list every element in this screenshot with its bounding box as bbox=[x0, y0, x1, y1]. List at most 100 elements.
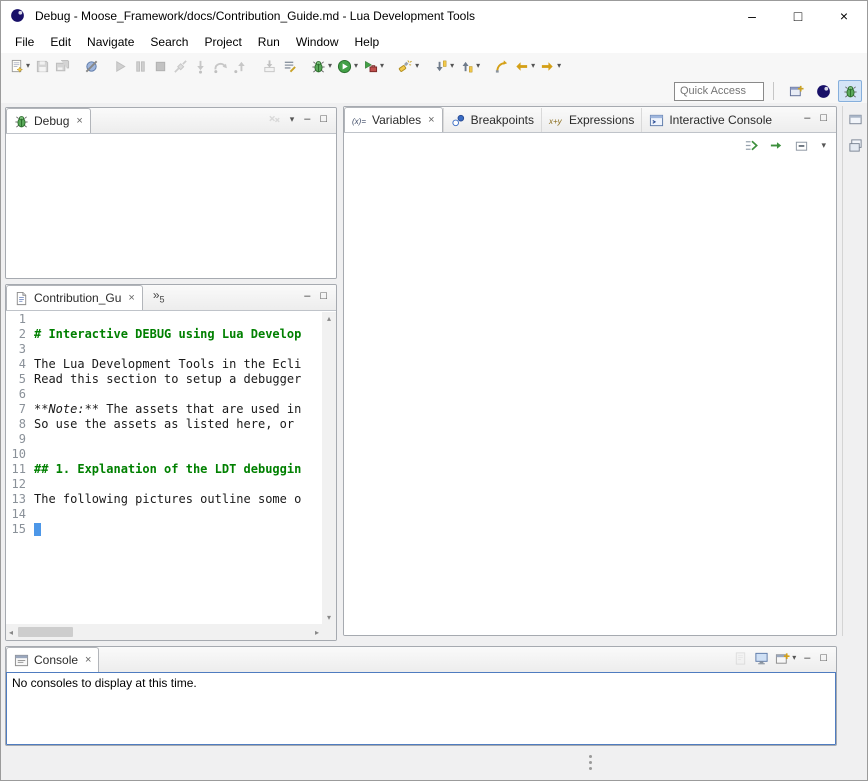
editor-line-13[interactable]: 13The following pictures outline some o bbox=[6, 492, 322, 507]
tab-variables[interactable]: (x)=Variables× bbox=[344, 107, 443, 132]
external-tools-button[interactable]: ▾ bbox=[361, 55, 386, 77]
editor-line-14[interactable]: 14 bbox=[6, 507, 322, 522]
suspend-button[interactable] bbox=[131, 55, 150, 77]
menu-project[interactable]: Project bbox=[196, 32, 249, 52]
menu-edit[interactable]: Edit bbox=[42, 32, 79, 52]
menu-window[interactable]: Window bbox=[288, 32, 347, 52]
new-button[interactable]: ▾ bbox=[7, 55, 32, 77]
close-tab-icon[interactable]: × bbox=[128, 292, 134, 304]
minimize-view-button[interactable]: – bbox=[300, 285, 314, 307]
back-button[interactable]: ▾ bbox=[512, 55, 537, 77]
tab-expressions[interactable]: x+yExpressions bbox=[541, 108, 641, 132]
drop-to-frame-button[interactable] bbox=[260, 55, 279, 77]
maximize-view-button[interactable]: □ bbox=[816, 647, 831, 669]
editor-line-11[interactable]: 11## 1. Explanation of the LDT debuggin bbox=[6, 462, 322, 477]
editor-line-1[interactable]: 1 bbox=[6, 312, 322, 327]
editor-area[interactable]: 12# Interactive DEBUG using Lua Develop3… bbox=[6, 310, 336, 640]
editor-horizontal-scrollbar[interactable]: ◂ ▸ bbox=[6, 624, 322, 640]
minimized-views-trim bbox=[842, 106, 867, 636]
show-detail-pane-button[interactable] bbox=[767, 134, 786, 156]
tab-interactive-console[interactable]: Interactive Console bbox=[641, 108, 779, 132]
sash-drag-handle[interactable] bbox=[589, 755, 592, 771]
editor-line-7[interactable]: 7**Note:** The assets that are used in bbox=[6, 402, 322, 417]
terminate-button[interactable] bbox=[151, 55, 170, 77]
menu-bar: FileEditNavigateSearchProjectRunWindowHe… bbox=[1, 31, 867, 53]
expressions-icon: x+y bbox=[549, 113, 564, 128]
collapse-all-button[interactable] bbox=[792, 134, 811, 156]
maximize-view-button[interactable]: □ bbox=[316, 108, 331, 130]
save-all-button[interactable] bbox=[53, 55, 72, 77]
minimize-window-button[interactable]: – bbox=[729, 1, 775, 31]
tab-debug[interactable]: Debug× bbox=[6, 108, 91, 133]
editor-line-3[interactable]: 3 bbox=[6, 342, 322, 357]
tab-console[interactable]: Console× bbox=[6, 647, 99, 672]
debug-perspective-button[interactable] bbox=[838, 80, 862, 102]
maximize-view-button[interactable]: □ bbox=[816, 107, 831, 129]
tab-breakpoints[interactable]: Breakpoints bbox=[443, 108, 541, 132]
menu-run[interactable]: Run bbox=[250, 32, 288, 52]
disconnect-button[interactable] bbox=[171, 55, 190, 77]
scroll-up-icon[interactable]: ▴ bbox=[327, 314, 331, 323]
minimized-view-b-button[interactable] bbox=[846, 138, 864, 156]
menu-file[interactable]: File bbox=[7, 32, 42, 52]
editor-line-15[interactable]: 15 bbox=[6, 522, 322, 537]
next-annotation-button[interactable]: ▾ bbox=[431, 55, 456, 77]
maximize-view-button[interactable]: □ bbox=[316, 285, 331, 307]
skip-all-breakpoints-icon bbox=[84, 59, 99, 74]
editor-vertical-scrollbar[interactable]: ▴ ▾ bbox=[322, 312, 336, 624]
resume-button[interactable] bbox=[111, 55, 130, 77]
minimize-view-button[interactable]: – bbox=[300, 108, 314, 130]
remove-all-terminated-button[interactable] bbox=[265, 108, 284, 130]
close-tab-icon[interactable]: × bbox=[428, 114, 434, 126]
scroll-down-icon[interactable]: ▾ bbox=[327, 613, 331, 622]
close-tab-icon[interactable]: × bbox=[76, 115, 82, 127]
editor-line-6[interactable]: 6 bbox=[6, 387, 322, 402]
last-edit-location-button[interactable] bbox=[492, 55, 511, 77]
editor-line-4[interactable]: 4The Lua Development Tools in the Ecli bbox=[6, 357, 322, 372]
display-selected-console-button[interactable] bbox=[752, 647, 771, 669]
view-menu-button[interactable]: ▾ bbox=[817, 134, 830, 156]
editor-line-5[interactable]: 5Read this section to setup a debugger bbox=[6, 372, 322, 387]
variables-content[interactable] bbox=[344, 157, 836, 635]
lua-perspective-button[interactable] bbox=[811, 80, 835, 102]
close-tab-icon[interactable]: × bbox=[85, 654, 91, 666]
view-menu-button[interactable]: ▾ bbox=[286, 108, 299, 130]
editor-line-10[interactable]: 10 bbox=[6, 447, 322, 462]
editor-line-12[interactable]: 12 bbox=[6, 477, 322, 492]
minimize-view-button[interactable]: – bbox=[800, 647, 814, 669]
hidden-editors-button[interactable]: »5 bbox=[153, 288, 165, 306]
scrollbar-thumb[interactable] bbox=[18, 627, 73, 637]
close-window-button[interactable]: × bbox=[821, 1, 867, 31]
open-perspective-button[interactable] bbox=[784, 80, 808, 102]
tab-contribution-gu[interactable]: Contribution_Gu× bbox=[6, 285, 143, 310]
clear-console-button[interactable] bbox=[731, 647, 750, 669]
open-search-button[interactable]: ▾ bbox=[396, 55, 421, 77]
use-step-filters-button[interactable] bbox=[280, 55, 299, 77]
show-logical-structures-button[interactable] bbox=[742, 134, 761, 156]
skip-all-breakpoints-button[interactable] bbox=[82, 55, 101, 77]
editor-text[interactable]: 12# Interactive DEBUG using Lua Develop3… bbox=[6, 312, 322, 624]
forward-button[interactable]: ▾ bbox=[538, 55, 563, 77]
editor-line-2[interactable]: 2# Interactive DEBUG using Lua Develop bbox=[6, 327, 322, 342]
step-over-button[interactable] bbox=[211, 55, 230, 77]
save-button[interactable] bbox=[33, 55, 52, 77]
minimize-view-button[interactable]: – bbox=[800, 107, 814, 129]
scroll-right-icon[interactable]: ▸ bbox=[315, 628, 319, 637]
menu-navigate[interactable]: Navigate bbox=[79, 32, 142, 52]
menu-search[interactable]: Search bbox=[142, 32, 196, 52]
quick-access-input[interactable] bbox=[674, 82, 764, 101]
step-into-button[interactable] bbox=[191, 55, 210, 77]
run-button[interactable]: ▾ bbox=[335, 55, 360, 77]
previous-annotation-button[interactable]: ▾ bbox=[457, 55, 482, 77]
scroll-left-icon[interactable]: ◂ bbox=[9, 628, 13, 637]
minimized-view-a-button[interactable] bbox=[846, 112, 864, 130]
editor-line-8[interactable]: 8So use the assets as listed here, or bbox=[6, 417, 322, 432]
menu-help[interactable]: Help bbox=[347, 32, 388, 52]
maximize-window-button[interactable]: □ bbox=[775, 1, 821, 31]
console-content[interactable]: No consoles to display at this time. bbox=[6, 672, 836, 745]
open-console-button[interactable]: ▾ bbox=[773, 647, 798, 669]
editor-line-9[interactable]: 9 bbox=[6, 432, 322, 447]
step-return-button[interactable] bbox=[231, 55, 250, 77]
debug-view-content[interactable] bbox=[6, 133, 336, 278]
debug-button[interactable]: ▾ bbox=[309, 55, 334, 77]
